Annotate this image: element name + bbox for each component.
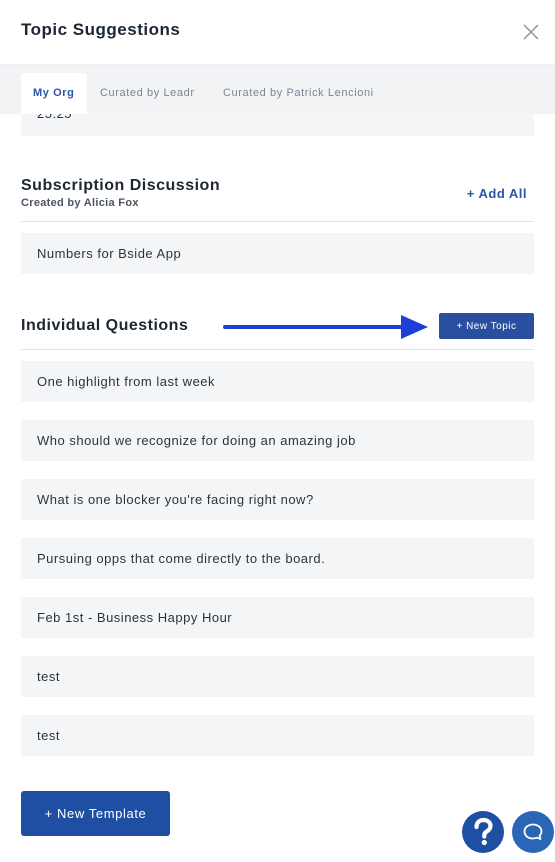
list-item[interactable]: Numbers for Bside App <box>21 233 534 274</box>
topics-scroll-area[interactable]: 25:25 Subscription Discussion Created by… <box>0 65 555 862</box>
section-divider <box>21 221 534 222</box>
list-item-label: Who should we recognize for doing an ama… <box>37 433 356 448</box>
list-item-label: Feb 1st - Business Happy Hour <box>37 610 233 625</box>
section-title-individual: Individual Questions <box>21 317 189 334</box>
list-item-label: Numbers for Bside App <box>37 246 182 261</box>
new-template-button[interactable]: + New Template <box>21 791 170 836</box>
list-item-label: Pursuing opps that come directly to the … <box>37 551 326 566</box>
tab-curated-by-leadr[interactable]: Curated by Leadr <box>88 73 207 114</box>
list-item-label: What is one blocker you're facing right … <box>37 492 314 507</box>
dialog-header: Topic Suggestions <box>0 0 555 65</box>
list-item-label: test <box>37 669 60 684</box>
list-item-label: test <box>37 728 60 743</box>
list-item[interactable]: One highlight from last week <box>21 361 534 402</box>
chat-launcher-button[interactable] <box>512 811 554 853</box>
section-author: Created by Alicia Fox <box>21 197 139 209</box>
list-item[interactable]: Pursuing opps that come directly to the … <box>21 538 534 579</box>
add-all-button[interactable]: + Add All <box>467 186 527 201</box>
chat-bubble-icon <box>523 823 543 840</box>
new-topic-button[interactable]: + New Topic <box>439 313 534 339</box>
list-item[interactable]: test <box>21 715 534 756</box>
list-item[interactable]: Feb 1st - Business Happy Hour <box>21 597 534 638</box>
tab-curated-by-patrick-lencioni[interactable]: Curated by Patrick Lencioni <box>211 73 386 114</box>
section-divider <box>21 349 534 350</box>
dialog-title: Topic Suggestions <box>21 20 181 39</box>
question-mark-icon <box>474 817 493 846</box>
section-title-subscription: Subscription Discussion <box>21 177 221 194</box>
arrow-right-icon <box>223 315 428 339</box>
tab-bar: My Org Curated by Leadr Curated by Patri… <box>0 65 555 114</box>
list-item[interactable]: What is one blocker you're facing right … <box>21 479 534 520</box>
help-button[interactable] <box>462 811 504 853</box>
list-item[interactable]: test <box>21 656 534 697</box>
close-icon[interactable] <box>521 22 541 42</box>
tab-my-org[interactable]: My Org <box>21 73 87 114</box>
list-item-label: One highlight from last week <box>37 374 216 389</box>
list-item[interactable]: Who should we recognize for doing an ama… <box>21 420 534 461</box>
